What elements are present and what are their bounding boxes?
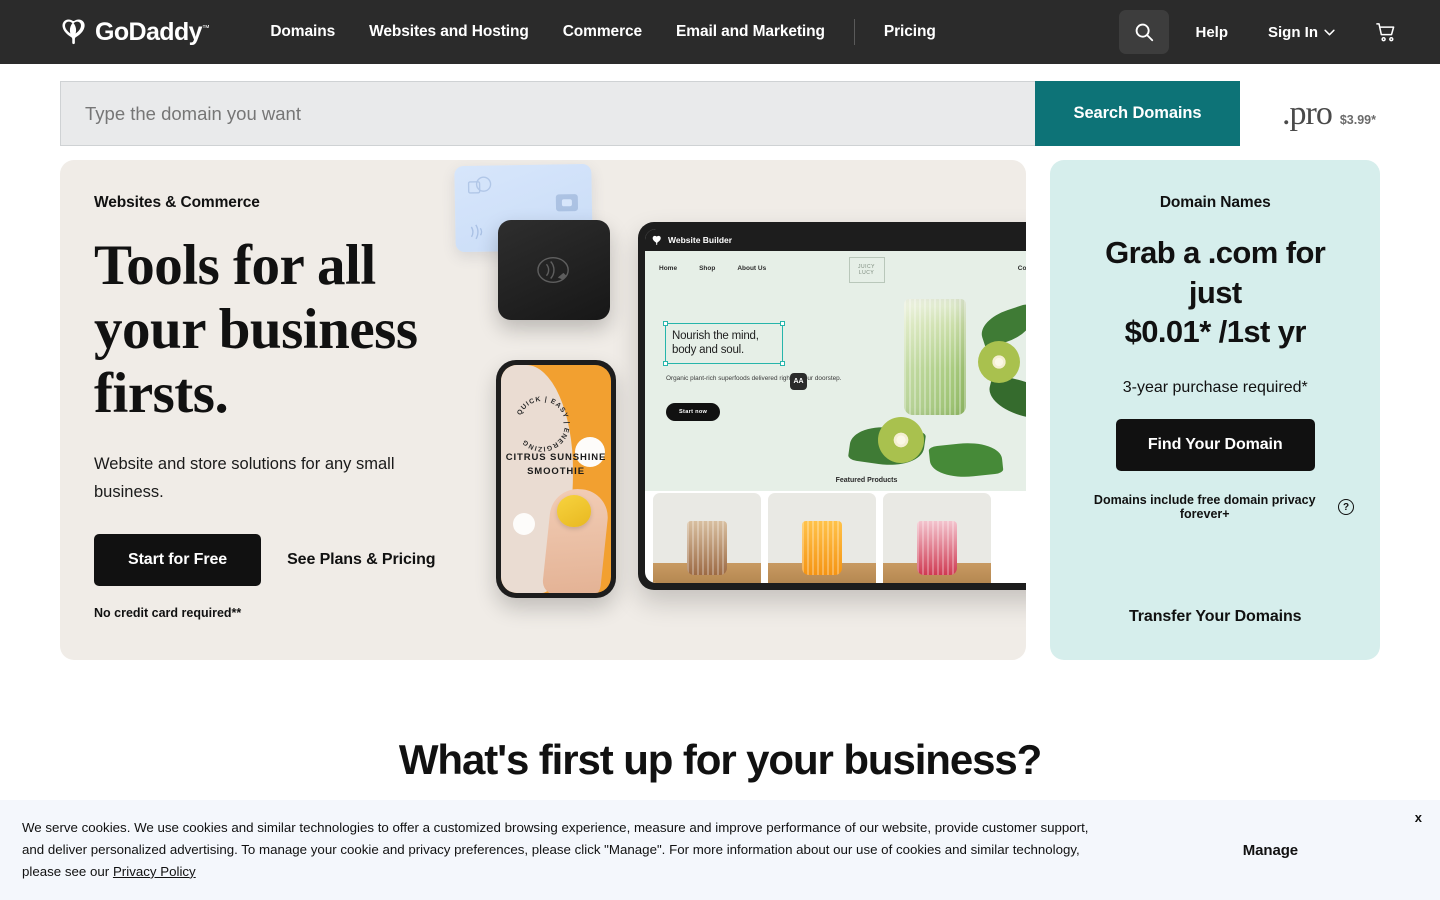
tld-promo-price: $3.99* bbox=[1339, 112, 1376, 127]
promo-headline-line1: Grab a .com for just bbox=[1105, 235, 1326, 310]
start-for-free-button[interactable]: Start for Free bbox=[94, 533, 262, 586]
preview-site-subtext: Organic plant-rich superfoods delivered … bbox=[666, 375, 842, 382]
sign-in-label: Sign In bbox=[1268, 23, 1318, 41]
tap-to-pay-icon bbox=[537, 257, 569, 283]
preview-nav-contact: Contact bbox=[1017, 264, 1027, 272]
selected-text-block[interactable]: Nourish the mind, body and soul. bbox=[663, 321, 785, 366]
hero-copy: Websites & Commerce Tools for all your b… bbox=[94, 194, 494, 620]
resize-handle[interactable] bbox=[780, 321, 785, 326]
domain-search-form: Search Domains bbox=[60, 81, 1240, 146]
cookie-manage-button[interactable]: Manage bbox=[1243, 842, 1418, 859]
see-plans-and-pricing-link[interactable]: See Plans & Pricing bbox=[273, 541, 449, 579]
tablet-screen: Website Builder Home Shop About Us JUICY… bbox=[645, 229, 1027, 583]
resize-handle[interactable] bbox=[663, 360, 668, 366]
phone-decor-dot bbox=[513, 513, 535, 535]
help-link[interactable]: Help bbox=[1175, 16, 1248, 49]
card-chip-icon bbox=[555, 194, 579, 212]
hero-subtitle: Website and store solutions for any smal… bbox=[94, 455, 395, 501]
promo-privacy-row: Domains include free domain privacy fore… bbox=[1076, 493, 1354, 521]
card-reader-graphic bbox=[498, 220, 610, 320]
nav-divider bbox=[853, 19, 855, 45]
preview-site-nav: Home Shop About Us JUICY LUCY Contact bbox=[645, 251, 1026, 285]
cookie-close-button[interactable]: x bbox=[1415, 810, 1422, 825]
kiwi-slice bbox=[978, 341, 1020, 383]
hero-row: QUICK | EASY | ENERGIZING CITRUS SUNSHIN… bbox=[0, 160, 1440, 660]
product-card bbox=[768, 493, 876, 583]
question-mark-icon[interactable]: ? bbox=[1338, 499, 1354, 516]
nav-item-commerce[interactable]: Commerce bbox=[546, 15, 659, 49]
promo-headline: Grab a .com for just $0.01* /1st yr bbox=[1076, 233, 1354, 352]
svg-text:QUICK | EASY | ENERGIZING: QUICK | EASY | ENERGIZING bbox=[516, 396, 570, 452]
cart-button[interactable] bbox=[1355, 13, 1412, 52]
hero-cta-row: Start for Free See Plans & Pricing bbox=[94, 533, 494, 586]
cookie-banner-text: We serve cookies. We use cookies and sim… bbox=[22, 817, 1102, 882]
preview-nav-shop: Shop bbox=[699, 264, 716, 272]
preview-nav-home: Home bbox=[659, 264, 678, 272]
domain-search-row: Search Domains .pro $3.99* bbox=[0, 64, 1440, 160]
nav-item-domains[interactable]: Domains bbox=[253, 15, 352, 49]
promo-eyebrow: Domain Names bbox=[1159, 194, 1271, 211]
page-root: GoDaddy™ Domains Websites and Hosting Co… bbox=[0, 0, 1440, 900]
smoothie-photo bbox=[820, 277, 1027, 491]
text-format-badge[interactable]: AA bbox=[790, 373, 807, 390]
top-navigation-bar: GoDaddy™ Domains Websites and Hosting Co… bbox=[0, 0, 1440, 64]
promo-headline-line2: $0.01* /1st yr bbox=[1124, 314, 1307, 350]
product-card bbox=[883, 493, 991, 583]
tablet-mockup: Website Builder Home Shop About Us JUICY… bbox=[638, 222, 1027, 590]
kiwi-slice bbox=[878, 417, 924, 463]
spinach-leaf bbox=[928, 439, 1004, 481]
transfer-your-domains-link[interactable]: Transfer Your Domains bbox=[1129, 608, 1302, 626]
preview-nav-about: About Us bbox=[737, 264, 767, 272]
chevron-down-icon bbox=[1324, 29, 1335, 35]
nav-item-email-and-marketing[interactable]: Email and Marketing bbox=[659, 15, 842, 49]
phone-screen: QUICK | EASY | ENERGIZING CITRUS SUNSHIN… bbox=[501, 365, 611, 593]
phone-product-title: CITRUS SUNSHINE SMOOTHIE bbox=[505, 452, 607, 477]
hero-card: QUICK | EASY | ENERGIZING CITRUS SUNSHIN… bbox=[60, 160, 1027, 660]
featured-products-row bbox=[653, 493, 1026, 583]
sign-in-menu[interactable]: Sign In bbox=[1254, 16, 1349, 49]
find-your-domain-button[interactable]: Find Your Domain bbox=[1115, 419, 1315, 472]
lemon-graphic bbox=[557, 495, 591, 527]
hero-eyebrow: Websites & Commerce bbox=[94, 194, 260, 211]
phone-ring-label: QUICK | EASY | ENERGIZING bbox=[516, 396, 569, 452]
search-icon bbox=[1136, 23, 1154, 42]
nav-item-websites-and-hosting[interactable]: Websites and Hosting bbox=[352, 15, 546, 49]
preview-site-logo: JUICY LUCY bbox=[848, 257, 885, 283]
preview-logo-line2: LUCY bbox=[858, 270, 875, 276]
domain-search-input[interactable] bbox=[60, 81, 1035, 146]
promo-note: 3-year purchase required* bbox=[1122, 379, 1308, 397]
featured-products-label: Featured Products bbox=[835, 477, 898, 484]
preview-site-cta[interactable]: Start now bbox=[666, 403, 721, 421]
nav-item-pricing[interactable]: Pricing bbox=[867, 15, 953, 49]
hero-fineprint: No credit card required** bbox=[94, 605, 242, 620]
phone-mockup: QUICK | EASY | ENERGIZING CITRUS SUNSHIN… bbox=[496, 360, 616, 598]
tld-promo[interactable]: .pro $3.99* bbox=[1282, 94, 1376, 132]
website-builder-label: Website Builder bbox=[668, 235, 733, 245]
preview-site-headline: Nourish the mind, body and soul. bbox=[672, 330, 759, 357]
product-card bbox=[653, 493, 761, 583]
resize-handle[interactable] bbox=[663, 321, 668, 326]
phone-circular-text: QUICK | EASY | ENERGIZING bbox=[516, 396, 570, 452]
tld-promo-name: .pro bbox=[1282, 94, 1333, 132]
godaddy-heart-icon bbox=[62, 19, 85, 45]
godaddy-logo[interactable]: GoDaddy™ bbox=[58, 17, 210, 47]
logo-wordmark: GoDaddy™ bbox=[95, 17, 210, 46]
section-heading: What's first up for your business? bbox=[398, 736, 1042, 783]
cookie-consent-banner: We serve cookies. We use cookies and sim… bbox=[0, 800, 1440, 900]
green-smoothie-glass bbox=[904, 299, 966, 415]
godaddy-heart-icon bbox=[652, 235, 661, 245]
website-builder-topbar: Website Builder bbox=[645, 229, 1027, 251]
nav-right-cluster: Help Sign In bbox=[1119, 10, 1412, 54]
hero-title: Tools for all your business firsts. bbox=[94, 234, 418, 425]
preview-nav-right: Contact bbox=[1018, 265, 1027, 272]
header-search-button[interactable] bbox=[1119, 10, 1170, 54]
primary-nav-links: Domains Websites and Hosting Commerce Em… bbox=[253, 15, 952, 49]
promo-privacy-text: Domains include free domain privacy fore… bbox=[1093, 493, 1316, 522]
cart-icon bbox=[1376, 22, 1395, 41]
privacy-policy-link[interactable]: Privacy Policy bbox=[113, 864, 196, 879]
search-domains-button[interactable]: Search Domains bbox=[1035, 81, 1240, 146]
domain-promo-card: Domain Names Grab a .com for just $0.01*… bbox=[1050, 160, 1380, 660]
preview-site-hero: Home Shop About Us JUICY LUCY Contact bbox=[645, 251, 1027, 491]
resize-handle[interactable] bbox=[780, 360, 785, 366]
